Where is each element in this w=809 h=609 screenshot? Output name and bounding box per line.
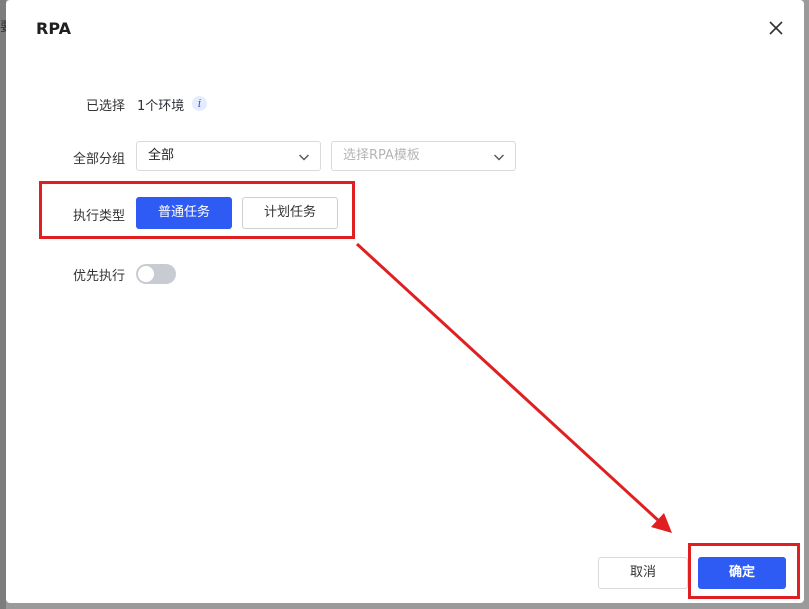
chevron-down-icon (494, 154, 504, 161)
group-select[interactable]: 全部 (136, 141, 321, 171)
priority-toggle[interactable] (136, 264, 176, 284)
ok-button[interactable]: 确定 (698, 557, 786, 589)
template-select-placeholder: 选择RPA模板 (343, 148, 420, 163)
close-button[interactable] (766, 18, 786, 38)
rpa-dialog: RPA 已选择 1个环境 i 全部分组 全部 选择RPA模板 执行类型 普通任务… (6, 0, 804, 603)
selected-label: 已选择 (85, 99, 125, 114)
normal-task-button[interactable]: 普通任务 (136, 197, 232, 229)
selected-count: 1个环境 (137, 99, 185, 114)
group-select-value: 全部 (148, 148, 175, 163)
close-icon (769, 21, 783, 35)
chevron-down-icon (299, 154, 309, 161)
info-icon[interactable]: i (192, 96, 207, 111)
scheduled-task-button[interactable]: 计划任务 (242, 197, 338, 229)
toggle-knob (138, 266, 154, 282)
dialog-title: RPA (36, 19, 71, 38)
cancel-button[interactable]: 取消 (598, 557, 688, 589)
priority-label: 优先执行 (72, 269, 125, 284)
group-label: 全部分组 (72, 152, 125, 167)
exec-type-label: 执行类型 (72, 209, 125, 224)
template-select[interactable]: 选择RPA模板 (331, 141, 516, 171)
screen: 要 RPA 已选择 1个环境 i 全部分组 全部 选择RPA模板 执行类型 (0, 0, 809, 609)
